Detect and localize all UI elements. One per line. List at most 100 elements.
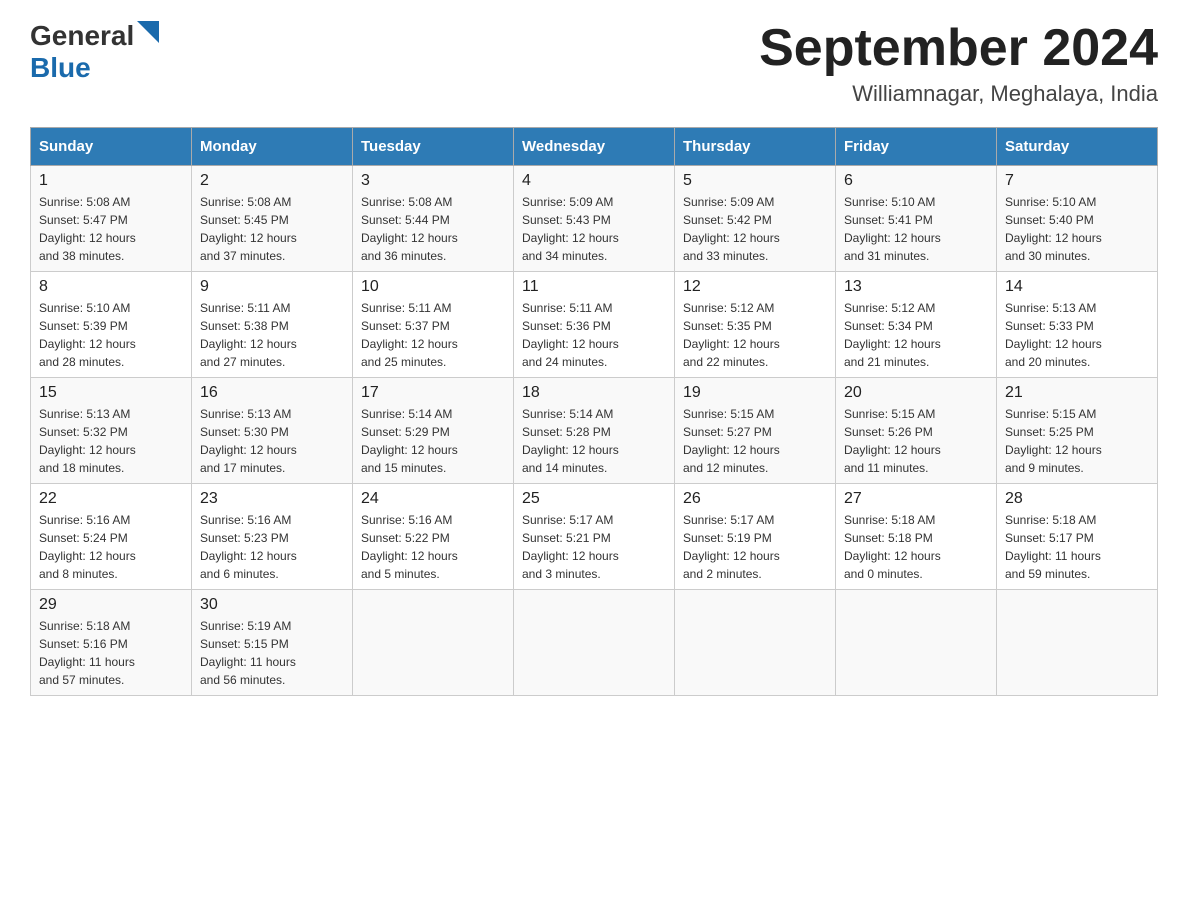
col-tuesday: Tuesday bbox=[353, 128, 514, 166]
table-row: 17 Sunrise: 5:14 AMSunset: 5:29 PMDaylig… bbox=[353, 378, 514, 484]
day-info: Sunrise: 5:15 AMSunset: 5:25 PMDaylight:… bbox=[1005, 405, 1149, 477]
page-header: General Blue September 2024 Williamnagar… bbox=[30, 20, 1158, 107]
day-info: Sunrise: 5:12 AMSunset: 5:35 PMDaylight:… bbox=[683, 299, 827, 371]
day-info: Sunrise: 5:09 AMSunset: 5:43 PMDaylight:… bbox=[522, 193, 666, 265]
day-number: 22 bbox=[39, 490, 183, 508]
day-number: 9 bbox=[200, 278, 344, 296]
table-row: 11 Sunrise: 5:11 AMSunset: 5:36 PMDaylig… bbox=[514, 272, 675, 378]
day-info: Sunrise: 5:10 AMSunset: 5:40 PMDaylight:… bbox=[1005, 193, 1149, 265]
day-info: Sunrise: 5:18 AMSunset: 5:16 PMDaylight:… bbox=[39, 617, 183, 689]
day-number: 12 bbox=[683, 278, 827, 296]
table-row: 18 Sunrise: 5:14 AMSunset: 5:28 PMDaylig… bbox=[514, 378, 675, 484]
day-info: Sunrise: 5:12 AMSunset: 5:34 PMDaylight:… bbox=[844, 299, 988, 371]
day-number: 24 bbox=[361, 490, 505, 508]
logo: General Blue bbox=[30, 20, 159, 84]
col-sunday: Sunday bbox=[31, 128, 192, 166]
day-number: 26 bbox=[683, 490, 827, 508]
logo-general: General bbox=[30, 20, 134, 52]
table-row: 13 Sunrise: 5:12 AMSunset: 5:34 PMDaylig… bbox=[836, 272, 997, 378]
day-number: 28 bbox=[1005, 490, 1149, 508]
col-wednesday: Wednesday bbox=[514, 128, 675, 166]
table-row: 10 Sunrise: 5:11 AMSunset: 5:37 PMDaylig… bbox=[353, 272, 514, 378]
day-info: Sunrise: 5:09 AMSunset: 5:42 PMDaylight:… bbox=[683, 193, 827, 265]
calendar-week-row: 29 Sunrise: 5:18 AMSunset: 5:16 PMDaylig… bbox=[31, 590, 1158, 696]
col-saturday: Saturday bbox=[997, 128, 1158, 166]
table-row: 16 Sunrise: 5:13 AMSunset: 5:30 PMDaylig… bbox=[192, 378, 353, 484]
table-row: 26 Sunrise: 5:17 AMSunset: 5:19 PMDaylig… bbox=[675, 484, 836, 590]
day-number: 3 bbox=[361, 172, 505, 190]
table-row: 12 Sunrise: 5:12 AMSunset: 5:35 PMDaylig… bbox=[675, 272, 836, 378]
table-row: 1 Sunrise: 5:08 AMSunset: 5:47 PMDayligh… bbox=[31, 166, 192, 272]
day-number: 11 bbox=[522, 278, 666, 296]
logo-blue: Blue bbox=[30, 52, 91, 83]
day-info: Sunrise: 5:13 AMSunset: 5:33 PMDaylight:… bbox=[1005, 299, 1149, 371]
day-number: 19 bbox=[683, 384, 827, 402]
table-row bbox=[997, 590, 1158, 696]
col-monday: Monday bbox=[192, 128, 353, 166]
table-row: 19 Sunrise: 5:15 AMSunset: 5:27 PMDaylig… bbox=[675, 378, 836, 484]
table-row: 22 Sunrise: 5:16 AMSunset: 5:24 PMDaylig… bbox=[31, 484, 192, 590]
day-number: 13 bbox=[844, 278, 988, 296]
day-info: Sunrise: 5:10 AMSunset: 5:41 PMDaylight:… bbox=[844, 193, 988, 265]
table-row: 15 Sunrise: 5:13 AMSunset: 5:32 PMDaylig… bbox=[31, 378, 192, 484]
day-number: 21 bbox=[1005, 384, 1149, 402]
day-number: 5 bbox=[683, 172, 827, 190]
logo-triangle-icon bbox=[137, 21, 159, 43]
day-info: Sunrise: 5:08 AMSunset: 5:47 PMDaylight:… bbox=[39, 193, 183, 265]
day-info: Sunrise: 5:10 AMSunset: 5:39 PMDaylight:… bbox=[39, 299, 183, 371]
day-info: Sunrise: 5:11 AMSunset: 5:36 PMDaylight:… bbox=[522, 299, 666, 371]
day-number: 6 bbox=[844, 172, 988, 190]
table-row: 30 Sunrise: 5:19 AMSunset: 5:15 PMDaylig… bbox=[192, 590, 353, 696]
table-row: 9 Sunrise: 5:11 AMSunset: 5:38 PMDayligh… bbox=[192, 272, 353, 378]
day-number: 8 bbox=[39, 278, 183, 296]
day-info: Sunrise: 5:16 AMSunset: 5:23 PMDaylight:… bbox=[200, 511, 344, 583]
day-number: 25 bbox=[522, 490, 666, 508]
day-info: Sunrise: 5:14 AMSunset: 5:29 PMDaylight:… bbox=[361, 405, 505, 477]
day-number: 15 bbox=[39, 384, 183, 402]
day-number: 10 bbox=[361, 278, 505, 296]
day-info: Sunrise: 5:11 AMSunset: 5:37 PMDaylight:… bbox=[361, 299, 505, 371]
day-number: 14 bbox=[1005, 278, 1149, 296]
col-friday: Friday bbox=[836, 128, 997, 166]
day-info: Sunrise: 5:13 AMSunset: 5:32 PMDaylight:… bbox=[39, 405, 183, 477]
table-row: 27 Sunrise: 5:18 AMSunset: 5:18 PMDaylig… bbox=[836, 484, 997, 590]
table-row: 21 Sunrise: 5:15 AMSunset: 5:25 PMDaylig… bbox=[997, 378, 1158, 484]
day-number: 7 bbox=[1005, 172, 1149, 190]
table-row: 7 Sunrise: 5:10 AMSunset: 5:40 PMDayligh… bbox=[997, 166, 1158, 272]
table-row: 6 Sunrise: 5:10 AMSunset: 5:41 PMDayligh… bbox=[836, 166, 997, 272]
day-number: 20 bbox=[844, 384, 988, 402]
day-info: Sunrise: 5:11 AMSunset: 5:38 PMDaylight:… bbox=[200, 299, 344, 371]
calendar-week-row: 15 Sunrise: 5:13 AMSunset: 5:32 PMDaylig… bbox=[31, 378, 1158, 484]
day-info: Sunrise: 5:18 AMSunset: 5:18 PMDaylight:… bbox=[844, 511, 988, 583]
calendar-week-row: 22 Sunrise: 5:16 AMSunset: 5:24 PMDaylig… bbox=[31, 484, 1158, 590]
day-info: Sunrise: 5:18 AMSunset: 5:17 PMDaylight:… bbox=[1005, 511, 1149, 583]
day-info: Sunrise: 5:08 AMSunset: 5:44 PMDaylight:… bbox=[361, 193, 505, 265]
day-info: Sunrise: 5:16 AMSunset: 5:22 PMDaylight:… bbox=[361, 511, 505, 583]
calendar-title: September 2024 bbox=[759, 20, 1158, 77]
day-number: 29 bbox=[39, 596, 183, 614]
day-info: Sunrise: 5:13 AMSunset: 5:30 PMDaylight:… bbox=[200, 405, 344, 477]
calendar-header-row: Sunday Monday Tuesday Wednesday Thursday… bbox=[31, 128, 1158, 166]
table-row: 4 Sunrise: 5:09 AMSunset: 5:43 PMDayligh… bbox=[514, 166, 675, 272]
day-number: 27 bbox=[844, 490, 988, 508]
calendar-subtitle: Williamnagar, Meghalaya, India bbox=[759, 81, 1158, 107]
day-info: Sunrise: 5:15 AMSunset: 5:27 PMDaylight:… bbox=[683, 405, 827, 477]
table-row: 29 Sunrise: 5:18 AMSunset: 5:16 PMDaylig… bbox=[31, 590, 192, 696]
table-row bbox=[836, 590, 997, 696]
day-number: 16 bbox=[200, 384, 344, 402]
table-row: 20 Sunrise: 5:15 AMSunset: 5:26 PMDaylig… bbox=[836, 378, 997, 484]
table-row: 23 Sunrise: 5:16 AMSunset: 5:23 PMDaylig… bbox=[192, 484, 353, 590]
table-row: 2 Sunrise: 5:08 AMSunset: 5:45 PMDayligh… bbox=[192, 166, 353, 272]
calendar-week-row: 1 Sunrise: 5:08 AMSunset: 5:47 PMDayligh… bbox=[31, 166, 1158, 272]
day-number: 2 bbox=[200, 172, 344, 190]
day-info: Sunrise: 5:15 AMSunset: 5:26 PMDaylight:… bbox=[844, 405, 988, 477]
day-number: 23 bbox=[200, 490, 344, 508]
table-row bbox=[675, 590, 836, 696]
table-row: 3 Sunrise: 5:08 AMSunset: 5:44 PMDayligh… bbox=[353, 166, 514, 272]
day-info: Sunrise: 5:17 AMSunset: 5:19 PMDaylight:… bbox=[683, 511, 827, 583]
day-number: 4 bbox=[522, 172, 666, 190]
day-info: Sunrise: 5:16 AMSunset: 5:24 PMDaylight:… bbox=[39, 511, 183, 583]
day-number: 1 bbox=[39, 172, 183, 190]
day-number: 30 bbox=[200, 596, 344, 614]
day-info: Sunrise: 5:19 AMSunset: 5:15 PMDaylight:… bbox=[200, 617, 344, 689]
